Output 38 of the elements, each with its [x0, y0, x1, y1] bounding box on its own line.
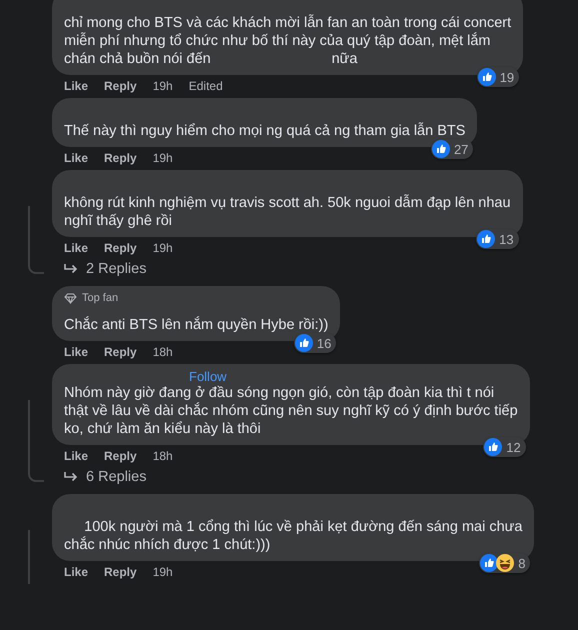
view-replies-link[interactable]: 6 Replies — [52, 465, 578, 491]
comment-action-link[interactable]: Like — [64, 449, 88, 463]
timestamp[interactable]: 19h — [152, 241, 173, 255]
timestamp[interactable]: 19h — [152, 79, 173, 93]
comment-action-link[interactable]: Like — [64, 79, 88, 93]
comment-text: 100k người mà 1 cổng thì lúc về phải kẹt đường đến sáng mai chưa chắc nhúc nhích được 1 chút:))) — [64, 518, 522, 554]
comment-text: Nhóm này giờ đang ở đầu sóng ngọn gió, còn tập đoàn kia thì t nói thật về lâu về dài chắc nhóm cũng nên suy nghĩ kỹ có ý định bước tiếp ko, chứ làm ăn kiểu này là thôi — [64, 384, 518, 438]
comment-action-link[interactable]: Reply — [104, 79, 137, 93]
reaction-count-badge[interactable]: 12 — [483, 437, 526, 457]
comment-text: chỉ mong cho BTS và các khách mời lẫn fan an toàn trong cái concert miễn phí nhưng tổ chức như bố thí này của quý tập đoàn, mệt lắm chán chả buồn nói đến nữa — [64, 14, 512, 68]
comment-action-link[interactable]: Reply — [104, 151, 137, 165]
timestamp[interactable]: 19h — [152, 151, 173, 165]
edited-label: Edited — [188, 79, 223, 93]
timestamp[interactable]: 19h — [152, 565, 173, 579]
comment-text: Chắc anti BTS lên nắm quyền Hybe rồi:)) — [64, 316, 328, 334]
comment-action-link[interactable]: Like — [64, 241, 88, 255]
reply-arrow-icon — [64, 471, 78, 483]
view-replies-link[interactable]: 2 Replies — [52, 257, 578, 283]
timestamp[interactable]: 18h — [152, 449, 173, 463]
comment-action-link[interactable]: Like — [64, 151, 88, 165]
comment-text: không rút kinh nghiệm vụ travis scott ah. 50k nguoi dẫm đạp lên nhau nghĩ thấy ghê rồi — [64, 194, 511, 230]
comment-action-link[interactable]: Like — [64, 345, 88, 359]
reaction-count-badge[interactable]: 13 — [476, 229, 519, 249]
top-fan-label: Top fan — [82, 292, 118, 304]
comment-action-link[interactable]: Reply — [104, 241, 137, 255]
reaction-count-badge[interactable]: 16 — [294, 333, 336, 353]
comment-action-link[interactable]: Reply — [104, 449, 137, 463]
reaction-count-badge[interactable]: 27 — [430, 139, 474, 159]
reply-arrow-icon — [64, 263, 78, 275]
comment-action-link[interactable]: Like — [64, 565, 88, 579]
follow-link[interactable]: Follow — [189, 370, 518, 384]
comment-action-link[interactable]: Reply — [104, 565, 137, 579]
reaction-count-badge[interactable]: 19 — [476, 67, 520, 87]
comment-action-link[interactable]: Reply — [104, 345, 137, 359]
timestamp[interactable]: 18h — [152, 345, 173, 359]
comment-text: Thế này thì nguy hiểm cho mọi ng quá cả ng tham gia lẫn BTS — [64, 122, 466, 140]
reaction-count-badge[interactable]: 8 — [479, 553, 530, 573]
diamond-icon — [64, 292, 77, 304]
